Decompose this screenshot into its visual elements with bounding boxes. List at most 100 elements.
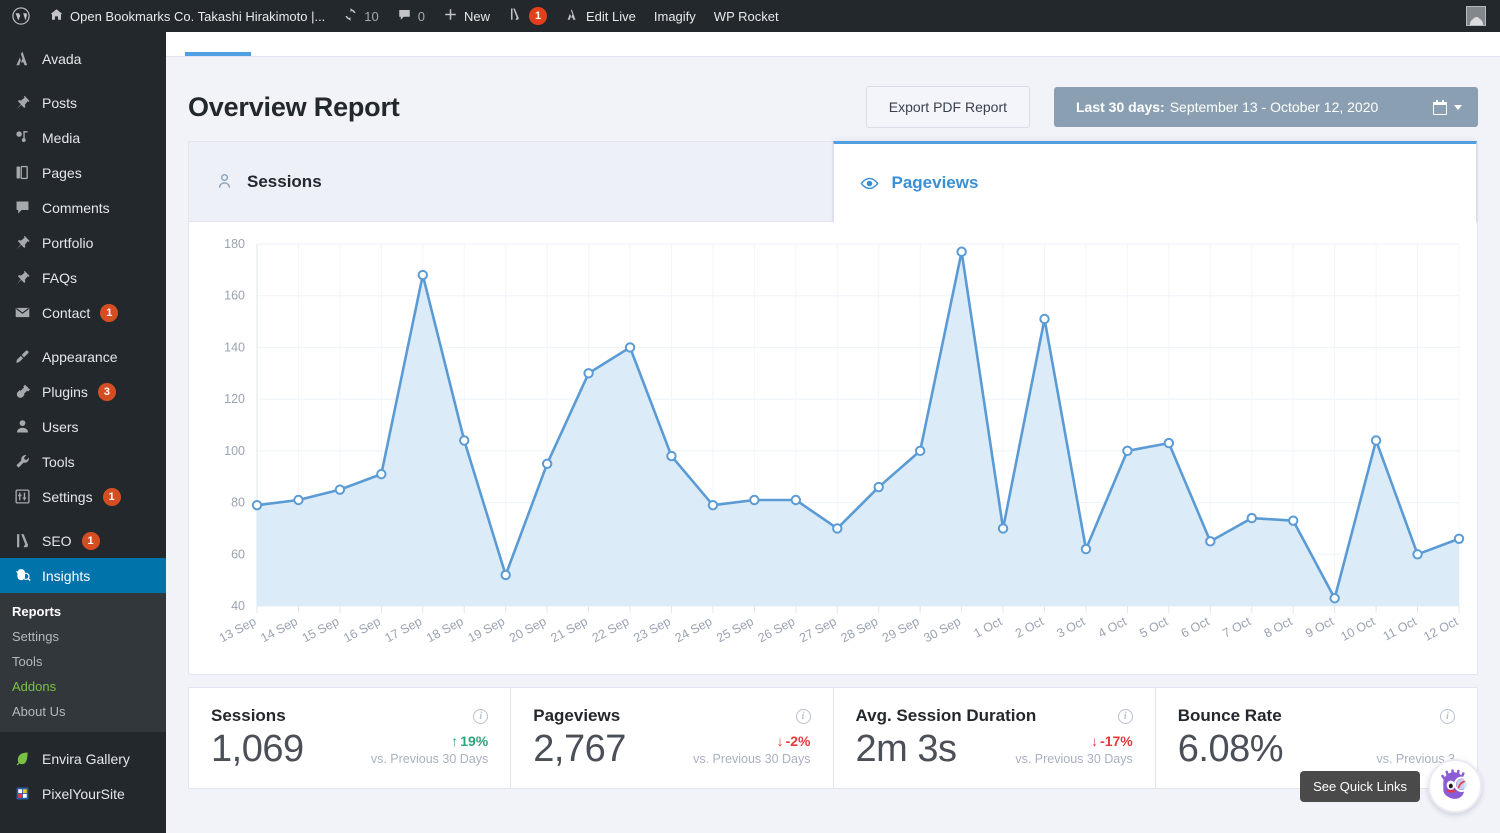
chart-point[interactable] <box>1246 512 1257 524</box>
sidebar-item-portfolio[interactable]: Portfolio <box>0 225 166 260</box>
sidebar-item-label: Insights <box>42 567 91 584</box>
arrow-up-icon: ↑ <box>451 732 459 749</box>
chart-point[interactable] <box>1288 515 1299 526</box>
info-icon[interactable]: i <box>473 708 489 724</box>
tab-sessions[interactable]: Sessions <box>189 142 833 222</box>
sidebar-item-avada[interactable]: Avada <box>0 41 166 76</box>
x-tick-label: 15 Sep <box>300 614 342 645</box>
chart-point[interactable] <box>1080 543 1092 555</box>
chart-point[interactable] <box>583 368 594 379</box>
chart-point[interactable] <box>541 458 553 469</box>
chart-point[interactable] <box>251 499 263 511</box>
chart-point[interactable] <box>1039 313 1050 325</box>
x-tick-label: 10 Oct <box>1338 614 1378 644</box>
chart-point[interactable] <box>1163 437 1175 449</box>
sidebar-item-posts[interactable]: Posts <box>0 85 166 120</box>
seo-menu[interactable]: 1 <box>499 0 556 32</box>
chart-point[interactable] <box>500 569 511 581</box>
sidebar-item-label: Tools <box>42 453 75 470</box>
new-content-menu[interactable]: New <box>434 0 499 32</box>
pageviews-chart[interactable]: 40 60 80 100 120 140 160 180 13 Sep 14 Sep 15 Sep… <box>189 222 1477 674</box>
sidebar-item-tools[interactable]: Tools <box>0 444 166 479</box>
chart-point[interactable] <box>417 269 428 281</box>
sidebar-item-appearance[interactable]: Appearance <box>0 339 166 374</box>
chart-point[interactable] <box>1370 435 1382 446</box>
sidebar-item-users[interactable]: Users <box>0 409 166 444</box>
chart-point[interactable] <box>1205 536 1216 547</box>
stat-delta-value: -2% <box>785 732 811 749</box>
x-tick-label: 8 Oct <box>1262 614 1295 641</box>
screen-tab-strip <box>166 32 1500 57</box>
chart-point[interactable] <box>1412 549 1423 560</box>
sidebar-item-plugins[interactable]: Plugins 3 <box>0 374 166 409</box>
chart-point[interactable] <box>1329 593 1340 604</box>
new-label: New <box>464 8 491 24</box>
submenu-item-addons[interactable]: Addons <box>0 674 166 699</box>
chart-point[interactable] <box>1453 533 1465 544</box>
chart-point[interactable] <box>832 523 843 534</box>
comment-icon <box>12 198 32 218</box>
x-tick-label: 4 Oct <box>1096 614 1129 641</box>
sidebar-item-media[interactable]: Media <box>0 120 166 155</box>
chart-point[interactable] <box>293 494 304 506</box>
tab-pageviews[interactable]: Pageviews <box>832 141 1477 223</box>
submenu-item-reports[interactable]: Reports <box>0 599 166 624</box>
site-title: Open Bookmarks Co. Takashi Hirakimoto |.… <box>70 8 326 24</box>
chart-point[interactable] <box>707 499 719 511</box>
updates-count: 10 <box>364 8 379 24</box>
pin-icon <box>12 233 32 253</box>
chart-point[interactable] <box>624 342 636 353</box>
quick-links-button[interactable] <box>1428 759 1482 813</box>
sidebar-item-contact[interactable]: Contact 1 <box>0 295 166 330</box>
wrench-icon <box>12 452 32 472</box>
comments-menu[interactable]: 0 <box>388 0 434 32</box>
chart-point[interactable] <box>914 445 926 457</box>
sidebar-item-seo[interactable]: SEO 1 <box>0 523 166 558</box>
edit-live-menu[interactable]: Edit Live <box>556 0 645 32</box>
tab-label: Pageviews <box>891 173 979 192</box>
x-tick-label: 22 Sep <box>590 614 632 645</box>
info-icon[interactable]: i <box>1117 708 1133 724</box>
info-icon[interactable]: i <box>795 708 811 724</box>
export-pdf-report-button[interactable]: Export PDF Report <box>865 86 1030 128</box>
quick-links-widget[interactable]: See Quick Links <box>1300 759 1482 813</box>
x-tick-label: 9 Oct <box>1303 614 1336 641</box>
site-name-menu[interactable]: Open Bookmarks Co. Takashi Hirakimoto |.… <box>40 0 334 32</box>
chart-point[interactable] <box>1122 445 1133 457</box>
sidebar-item-label: FAQs <box>42 269 78 286</box>
wp-rocket-menu[interactable]: WP Rocket <box>705 0 788 32</box>
stat-delta-note: vs. Previous 30 Days <box>370 751 489 766</box>
chart-point[interactable] <box>790 494 802 506</box>
sidebar-item-settings[interactable]: Settings 1 <box>0 479 166 514</box>
imagify-menu[interactable]: Imagify <box>645 0 705 32</box>
page-header: Overview Report Export PDF Report Last 3… <box>166 57 1500 129</box>
chart-point[interactable] <box>997 523 1009 534</box>
chart-point[interactable] <box>956 246 967 257</box>
chart-point[interactable] <box>376 468 387 480</box>
sidebar-item-pages[interactable]: Pages <box>0 155 166 190</box>
date-range-selector[interactable]: Last 30 days: September 13 - October 12,… <box>1054 87 1478 127</box>
submenu-item-tools[interactable]: Tools <box>0 649 166 674</box>
chart-point[interactable] <box>459 435 470 446</box>
submenu-item-settings[interactable]: Settings <box>0 624 166 649</box>
sidebar-item-insights[interactable]: Insights <box>0 558 174 593</box>
wordpress-logo-icon[interactable] <box>0 0 40 32</box>
sidebar-item-pixelyoursite[interactable]: PixelYourSite <box>0 776 166 811</box>
sidebar-item-label: PixelYourSite <box>42 785 125 802</box>
chart-area-fill <box>257 251 1459 606</box>
x-tick-label: 21 Sep <box>548 614 590 645</box>
submenu-item-about-us[interactable]: About Us <box>0 699 166 724</box>
info-icon[interactable]: i <box>1440 708 1455 724</box>
x-tick-label: 23 Sep <box>631 614 673 645</box>
sidebar-item-envira-gallery[interactable]: Envira Gallery <box>0 741 166 776</box>
chart-point[interactable] <box>334 484 346 495</box>
user-avatar-icon[interactable] <box>1466 6 1486 26</box>
yoast-icon <box>12 531 32 551</box>
stat-cards: Sessions i 1,069 ↑ 19% vs. Previous 30 Da… <box>188 687 1478 789</box>
chart-point[interactable] <box>873 481 884 493</box>
chart-point[interactable] <box>749 494 760 506</box>
updates-menu[interactable]: 10 <box>334 0 387 32</box>
sidebar-item-faqs[interactable]: FAQs <box>0 260 166 295</box>
chart-point[interactable] <box>666 450 677 462</box>
sidebar-item-comments[interactable]: Comments <box>0 190 166 225</box>
